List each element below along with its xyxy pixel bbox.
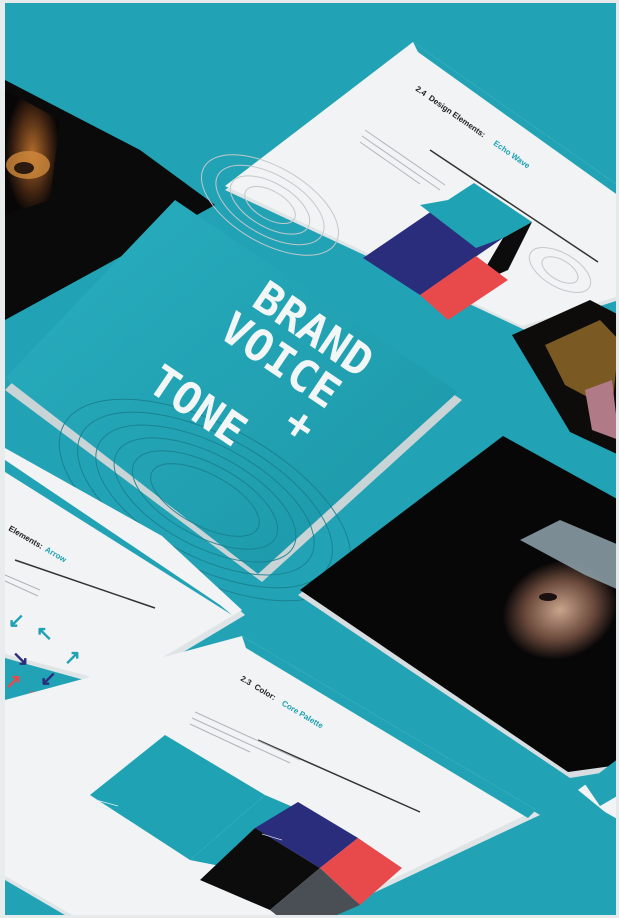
mockup-illustration: BRAND VOICE + TONE 2.4 Design Elements: … [0,0,619,918]
arrow-icon: ↖ [36,623,53,645]
frame-border-top [0,0,619,3]
brand-book-mockup-scene: BRAND VOICE + TONE 2.4 Design Elements: … [0,0,619,918]
arrow-icon: ↗ [64,647,81,669]
arrow-icon: ↗ [5,671,22,693]
frame-border-left [0,0,5,918]
arrow-icon: ↙ [8,610,25,632]
arrow-icon: ↘ [12,648,29,670]
